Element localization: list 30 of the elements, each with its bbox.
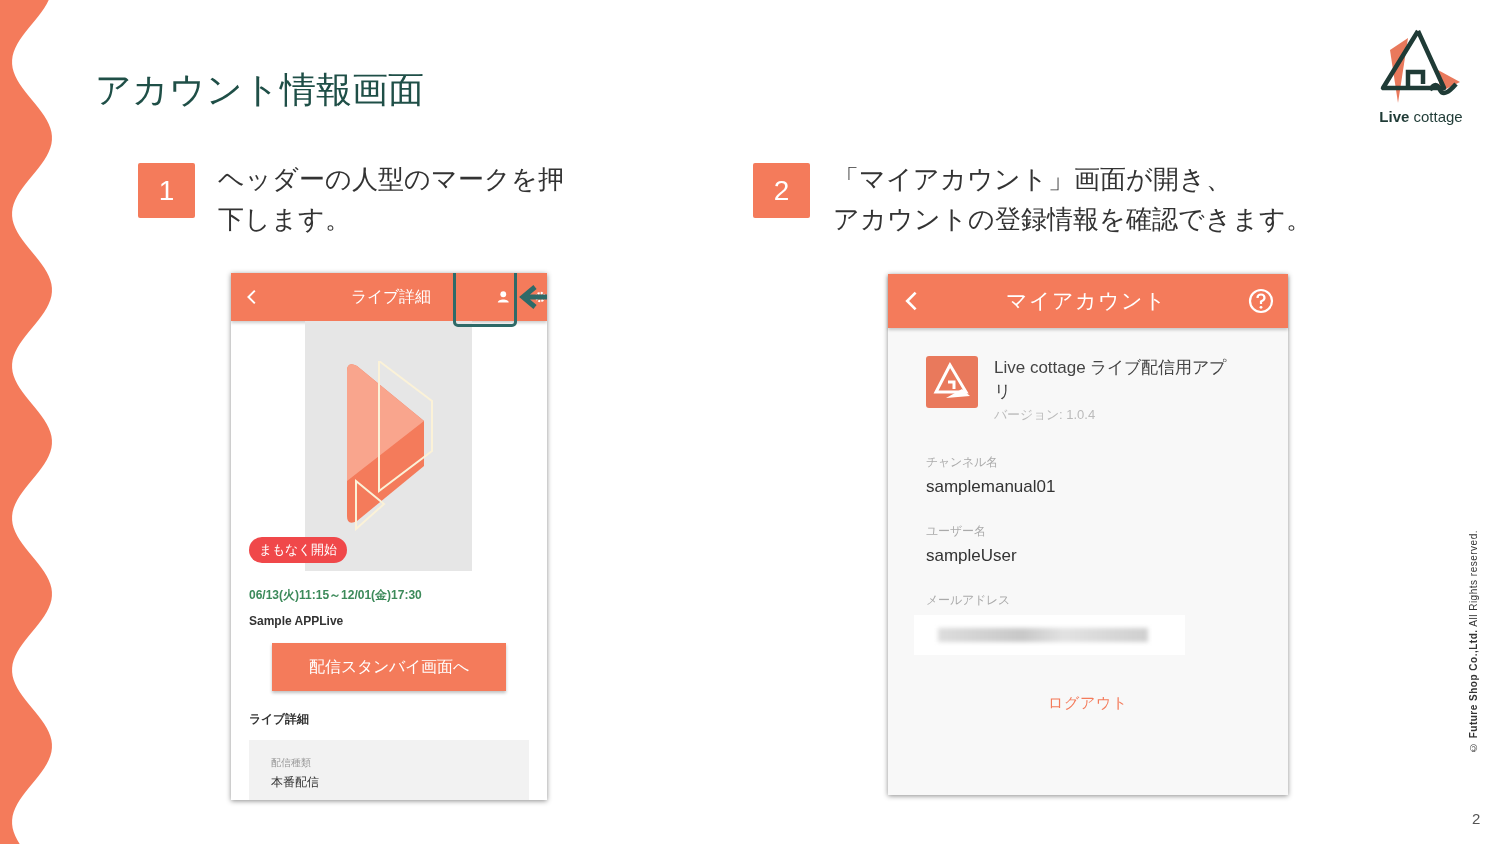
- field-label: メールアドレス: [926, 592, 1011, 609]
- highlight-frame: [453, 273, 517, 327]
- page-title: アカウント情報画面: [95, 68, 424, 112]
- step-text-line: 下します。: [218, 203, 352, 236]
- field-label: チャンネル名: [926, 454, 999, 471]
- step-text-line: ヘッダーの人型のマークを押: [218, 163, 564, 196]
- field-value: samplemanual01: [926, 477, 1057, 497]
- header-title: マイアカウント: [1004, 288, 1168, 314]
- live-name: Sample APPLive: [249, 614, 345, 628]
- step-text-line: アカウントの登録情報を確認できます。: [833, 203, 1312, 236]
- status-badge: まもなく開始: [249, 537, 347, 563]
- page-number: 2: [1472, 810, 1481, 827]
- field-label: ユーザー名: [926, 523, 987, 540]
- step-number: 1: [138, 163, 195, 218]
- logout-link[interactable]: ログアウト: [888, 693, 1288, 714]
- schedule-text: 06/13(火)11:15～12/01(金)17:30: [249, 587, 423, 604]
- person-icon[interactable]: [495, 289, 511, 305]
- logo-text: Live cottage: [1379, 108, 1463, 125]
- section-title: ライブ詳細: [249, 711, 310, 728]
- app-name: Live cottage ライブ配信用アプリ: [994, 357, 1228, 403]
- field-value: sampleUser: [926, 546, 1018, 566]
- copyright-text: © Future Shop Co.,Ltd. All Rights reserved.: [1468, 530, 1479, 754]
- detail-label: 配信種類: [271, 756, 312, 770]
- help-icon[interactable]: [1248, 288, 1274, 314]
- detail-value: 本番配信: [271, 774, 320, 791]
- app-icon: [926, 356, 978, 408]
- header-title: ライブ詳細: [351, 286, 433, 307]
- step-number: 2: [753, 163, 810, 218]
- standby-button[interactable]: 配信スタンバイ画面へ: [272, 643, 506, 691]
- step-text-line: 「マイアカウント」画面が開き、: [833, 163, 1233, 196]
